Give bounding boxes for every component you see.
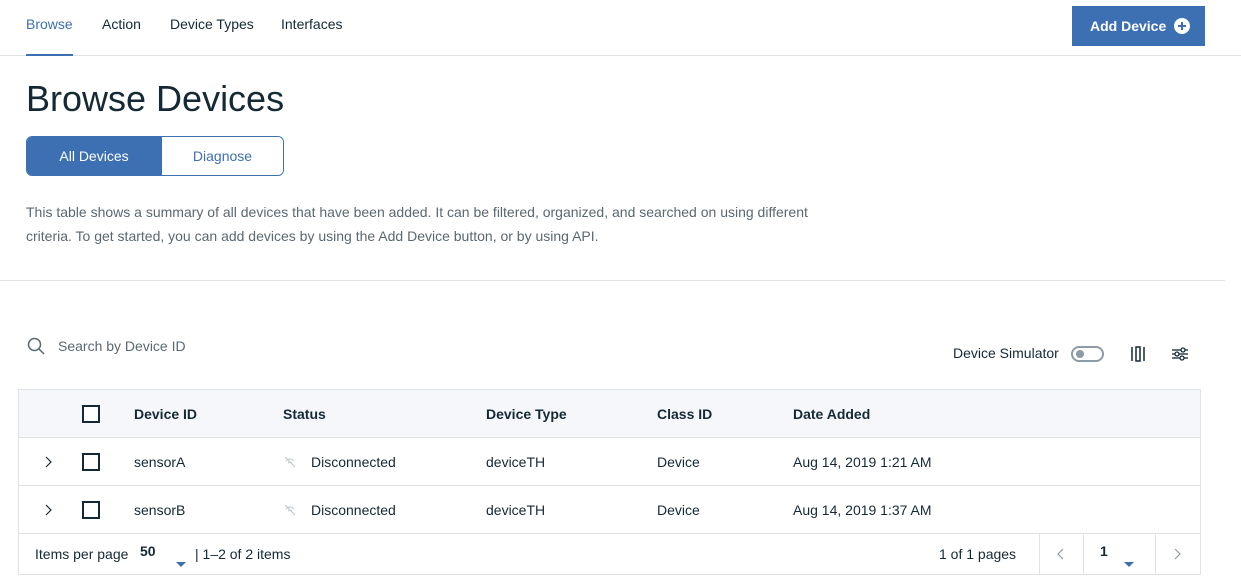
table-row[interactable]: sensorB Disconnected deviceTH Device Aug… bbox=[19, 486, 1200, 534]
divider bbox=[0, 280, 1225, 281]
devices-table: Device ID Status Device Type Class ID Da… bbox=[18, 389, 1201, 575]
add-device-label: Add Device bbox=[1090, 18, 1167, 34]
segment-diagnose[interactable]: Diagnose bbox=[161, 137, 283, 175]
plus-circle-icon bbox=[1174, 18, 1191, 34]
page-of-text: 1 of 1 pages bbox=[939, 546, 1017, 562]
device-type-cell: deviceTH bbox=[486, 502, 546, 518]
date-added-cell: Aug 14, 2019 1:37 AM bbox=[793, 502, 932, 518]
column-header-date-added[interactable]: Date Added bbox=[793, 390, 870, 438]
search-bar bbox=[26, 332, 386, 360]
class-id-cell: Device bbox=[657, 502, 700, 518]
pagination-bar: Items per page 50 | 1–2 of 2 items 1 of … bbox=[19, 534, 1200, 574]
page-description: This table shows a summary of all device… bbox=[26, 204, 808, 244]
search-icon bbox=[27, 337, 45, 355]
top-nav: Browse Action Device Types Interfaces Ad… bbox=[0, 0, 1241, 56]
settings-sliders-icon[interactable] bbox=[1170, 344, 1190, 364]
items-per-page-select[interactable]: 50 bbox=[140, 531, 156, 571]
item-range: | 1–2 of 2 items bbox=[195, 546, 291, 562]
table-row[interactable]: sensorA Disconnected deviceTH Device Aug… bbox=[19, 438, 1200, 486]
segment-all-devices[interactable]: All Devices bbox=[27, 137, 161, 175]
column-header-status[interactable]: Status bbox=[283, 390, 326, 438]
date-added-cell: Aug 14, 2019 1:21 AM bbox=[793, 454, 932, 470]
chevron-left-icon[interactable] bbox=[1053, 546, 1069, 562]
view-switcher: All Devices Diagnose bbox=[26, 136, 284, 176]
chevron-down-icon[interactable] bbox=[1124, 562, 1134, 567]
page-title: Browse Devices bbox=[26, 78, 285, 119]
column-header-class-id[interactable]: Class ID bbox=[657, 390, 712, 438]
device-id-cell: sensorB bbox=[134, 502, 186, 518]
chevron-right-icon[interactable] bbox=[41, 454, 57, 470]
tab-device-types[interactable]: Device Types bbox=[170, 16, 254, 56]
device-type-cell: deviceTH bbox=[486, 454, 546, 470]
tab-interfaces[interactable]: Interfaces bbox=[281, 16, 342, 56]
divider bbox=[1039, 534, 1040, 574]
column-header-device-id[interactable]: Device ID bbox=[134, 390, 197, 438]
search-input[interactable] bbox=[58, 338, 358, 354]
row-checkbox[interactable] bbox=[82, 501, 100, 519]
status-text: Disconnected bbox=[311, 502, 396, 518]
toggle-knob bbox=[1076, 350, 1084, 358]
chevron-right-icon[interactable] bbox=[41, 502, 57, 518]
device-simulator-label: Device Simulator bbox=[953, 345, 1059, 361]
class-id-cell: Device bbox=[657, 454, 700, 470]
items-per-page-label: Items per page bbox=[35, 546, 129, 562]
page-select[interactable]: 1 bbox=[1100, 531, 1108, 571]
divider bbox=[1155, 534, 1156, 574]
add-device-button[interactable]: Add Device bbox=[1072, 6, 1205, 46]
device-id-cell: sensorA bbox=[134, 454, 186, 470]
chevron-down-icon[interactable] bbox=[176, 562, 186, 567]
row-checkbox[interactable] bbox=[82, 453, 100, 471]
disconnected-icon bbox=[284, 456, 296, 468]
columns-icon[interactable] bbox=[1128, 344, 1148, 364]
status-text: Disconnected bbox=[311, 454, 396, 470]
tab-browse[interactable]: Browse bbox=[26, 16, 73, 56]
column-header-device-type[interactable]: Device Type bbox=[486, 390, 567, 438]
device-simulator-toggle[interactable] bbox=[1071, 346, 1104, 362]
status-cell: Disconnected bbox=[283, 438, 396, 486]
chevron-right-icon[interactable] bbox=[1169, 546, 1185, 562]
divider bbox=[1083, 534, 1084, 574]
table-header: Device ID Status Device Type Class ID Da… bbox=[19, 390, 1200, 438]
status-cell: Disconnected bbox=[283, 486, 396, 534]
select-all-checkbox[interactable] bbox=[82, 405, 100, 423]
disconnected-icon bbox=[284, 504, 296, 516]
tab-action[interactable]: Action bbox=[102, 16, 141, 56]
